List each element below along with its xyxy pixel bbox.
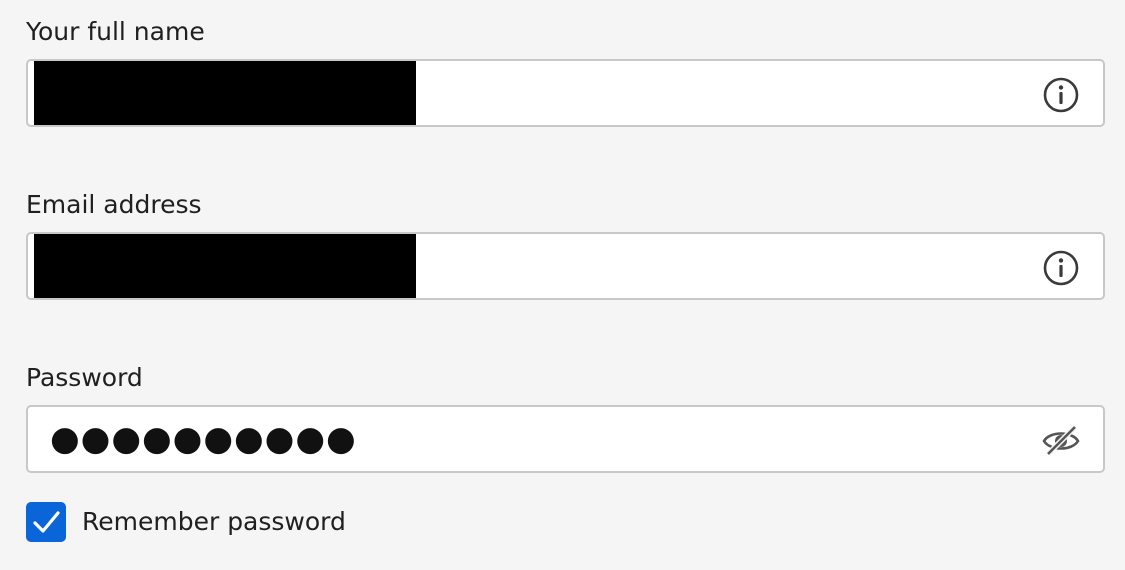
remember-password-checkbox[interactable] xyxy=(26,502,66,542)
remember-password-label: Remember password xyxy=(82,507,346,536)
eye-slash-icon[interactable] xyxy=(1041,421,1081,461)
checkmark-icon xyxy=(33,511,60,533)
info-icon[interactable] xyxy=(1041,248,1081,288)
full-name-input[interactable] xyxy=(26,59,1105,127)
redacted-value xyxy=(34,234,416,298)
full-name-label: Your full name xyxy=(26,17,205,46)
password-field[interactable]: ●●●●●●●●●● xyxy=(26,405,1105,473)
password-masked-value: ●●●●●●●●●● xyxy=(50,419,357,459)
info-icon[interactable] xyxy=(1041,75,1081,115)
password-label: Password xyxy=(26,363,143,392)
redacted-value xyxy=(34,61,416,125)
email-label: Email address xyxy=(26,190,202,219)
email-field[interactable] xyxy=(26,232,1105,300)
